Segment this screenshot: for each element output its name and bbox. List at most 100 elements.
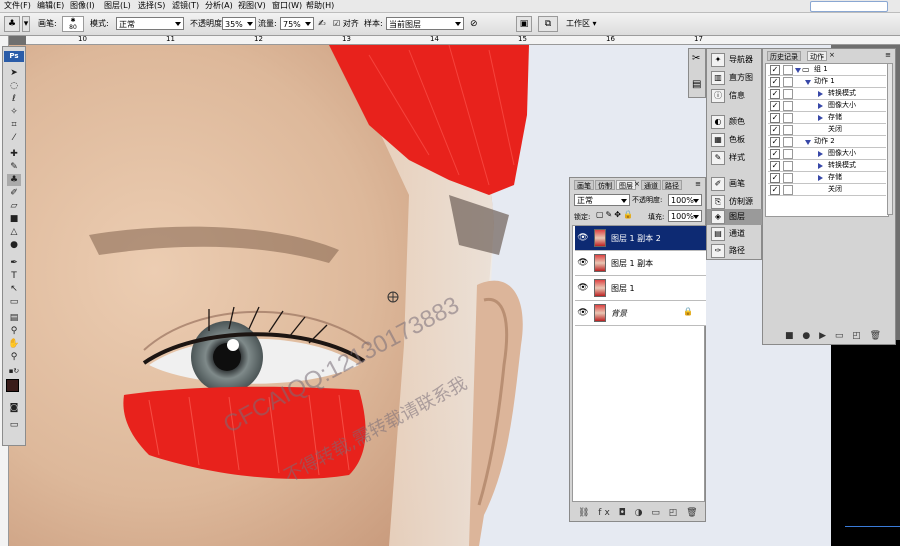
- layer-row[interactable]: 👁 图层 1 副本: [575, 251, 706, 276]
- menu-select[interactable]: 选择(S): [138, 0, 165, 12]
- move-tool-icon[interactable]: ➤: [7, 67, 21, 79]
- flow-input[interactable]: 75%: [280, 17, 314, 30]
- action-row[interactable]: ✓ 动作 2: [768, 136, 886, 148]
- dialog-toggle[interactable]: [783, 65, 793, 75]
- palette-well-icon[interactable]: ▣: [516, 16, 532, 32]
- search-field[interactable]: [810, 1, 888, 12]
- dialog-toggle[interactable]: [783, 125, 793, 135]
- action-row[interactable]: ✓ 转换模式: [768, 88, 886, 100]
- fill-input[interactable]: 100%: [668, 210, 702, 222]
- aligned-checkbox[interactable]: ☑ 对齐: [333, 13, 359, 35]
- hand-tool-icon[interactable]: ✋: [7, 338, 21, 350]
- dialog-toggle[interactable]: [783, 173, 793, 183]
- brush-tool-icon[interactable]: ✎: [7, 161, 21, 173]
- action-row[interactable]: ✓ 关闭: [768, 184, 886, 196]
- tab-brushes[interactable]: 画笔: [574, 180, 594, 190]
- tab-channels[interactable]: 通道: [641, 180, 661, 190]
- clone-stamp-tool-icon[interactable]: ♣: [7, 174, 21, 186]
- tab-layers[interactable]: 图层: [616, 180, 636, 190]
- tool-preset-icon[interactable]: ♣: [4, 16, 20, 32]
- screen-mode-icon[interactable]: ⧉: [538, 16, 558, 32]
- toggle-checkbox[interactable]: ✓: [770, 173, 780, 183]
- dialog-toggle[interactable]: [783, 149, 793, 159]
- toggle-checkbox[interactable]: ✓: [770, 185, 780, 195]
- menu-filter[interactable]: 滤镜(T): [172, 0, 199, 12]
- layer-row[interactable]: 👁 背景 🔒: [575, 301, 706, 326]
- marquee-tool-icon[interactable]: ◌: [7, 80, 21, 92]
- action-row[interactable]: ✓ ▭ 组 1: [768, 64, 886, 76]
- toggle-checkbox[interactable]: ✓: [770, 101, 780, 111]
- lock-icons[interactable]: ▢✎✥🔒: [596, 210, 635, 219]
- menu-image[interactable]: 图像(I): [70, 0, 95, 12]
- toggle-checkbox[interactable]: ✓: [770, 89, 780, 99]
- workspace-menu[interactable]: 工作区 ▾: [566, 13, 597, 35]
- airbrush-icon[interactable]: ✍: [318, 13, 326, 35]
- dialog-toggle[interactable]: [783, 161, 793, 171]
- menu-window[interactable]: 窗口(W): [272, 0, 302, 12]
- dialog-toggle[interactable]: [783, 113, 793, 123]
- tab-actions[interactable]: 动作: [807, 51, 827, 61]
- gradient-tool-icon[interactable]: ■: [7, 213, 21, 225]
- lasso-tool-icon[interactable]: ℓ: [7, 93, 21, 105]
- eye-icon[interactable]: 👁: [577, 282, 589, 294]
- action-row[interactable]: ✓ 图像大小: [768, 148, 886, 160]
- action-row[interactable]: ✓ 动作 1: [768, 76, 886, 88]
- actions-scrollbar[interactable]: [887, 63, 893, 215]
- action-row[interactable]: ✓ 图像大小: [768, 100, 886, 112]
- opacity-input[interactable]: 35%: [222, 17, 256, 30]
- eyedropper-tool-icon[interactable]: ⚲: [7, 325, 21, 337]
- history-brush-tool-icon[interactable]: ✐: [7, 187, 21, 199]
- quick-mask-icon[interactable]: ◙: [7, 402, 21, 414]
- panel-styles[interactable]: ✎ 样式: [711, 147, 745, 169]
- menu-file[interactable]: 文件(F): [4, 0, 31, 12]
- dialog-toggle[interactable]: [783, 185, 793, 195]
- expand-icon[interactable]: [805, 140, 811, 145]
- dialog-toggle[interactable]: [783, 89, 793, 99]
- menu-help[interactable]: 帮助(H): [306, 0, 334, 12]
- expand-icon[interactable]: [818, 151, 823, 157]
- action-row[interactable]: ✓ 关闭: [768, 124, 886, 136]
- panel-menu-icon[interactable]: ≡: [695, 180, 701, 188]
- panel-layers[interactable]: ◈ 图层: [707, 209, 765, 225]
- tab-paths[interactable]: 路径: [662, 180, 682, 190]
- screen-mode-tool-icon[interactable]: ▭: [7, 419, 21, 431]
- menu-edit[interactable]: 编辑(E): [37, 0, 64, 12]
- layer-opacity-input[interactable]: 100%: [668, 194, 702, 206]
- dialog-toggle[interactable]: [783, 137, 793, 147]
- healing-tool-icon[interactable]: ✚: [7, 148, 21, 160]
- action-row[interactable]: ✓ 存储: [768, 112, 886, 124]
- dialog-toggle[interactable]: [783, 101, 793, 111]
- layers-footer-icons[interactable]: ⛓ fx ◘ ◑ ▭ ◰ 🗑: [578, 508, 701, 518]
- toggle-checkbox[interactable]: ✓: [770, 65, 780, 75]
- pen-tool-icon[interactable]: ✒: [7, 257, 21, 269]
- layer-row[interactable]: 👁 图层 1 副本 2: [575, 226, 706, 251]
- panel-info[interactable]: ⓘ 信息: [711, 85, 745, 107]
- expand-icon[interactable]: [818, 175, 823, 181]
- path-select-tool-icon[interactable]: ↖: [7, 283, 21, 295]
- dodge-tool-icon[interactable]: ●: [7, 239, 21, 251]
- eraser-tool-icon[interactable]: ▱: [7, 200, 21, 212]
- foreground-color-swatch[interactable]: [6, 379, 19, 392]
- toggle-checkbox[interactable]: ✓: [770, 113, 780, 123]
- toggle-checkbox[interactable]: ✓: [770, 137, 780, 147]
- brush-picker[interactable]: ✱ 80: [62, 16, 84, 32]
- slice-tool-icon[interactable]: ⁄: [7, 132, 21, 144]
- eye-icon[interactable]: 👁: [577, 307, 589, 319]
- layer-comps-icon[interactable]: ▤: [692, 79, 701, 90]
- tab-history[interactable]: 历史记录: [767, 51, 801, 61]
- sample-select[interactable]: 当前图层: [386, 17, 464, 30]
- expand-icon[interactable]: [795, 68, 801, 73]
- tab-clone[interactable]: 仿制: [595, 180, 615, 190]
- action-row[interactable]: ✓ 转换模式: [768, 160, 886, 172]
- shape-tool-icon[interactable]: ▭: [7, 296, 21, 308]
- ignore-adjustment-icon[interactable]: ⊘: [470, 13, 478, 35]
- expand-icon[interactable]: [818, 91, 823, 97]
- close-tab-icon[interactable]: ×: [634, 180, 640, 188]
- expand-icon[interactable]: [818, 103, 823, 109]
- menu-view[interactable]: 视图(V): [238, 0, 266, 12]
- eye-icon[interactable]: 👁: [577, 232, 589, 244]
- menu-layer[interactable]: 图层(L): [104, 0, 131, 12]
- close-tab-icon[interactable]: ×: [829, 51, 835, 59]
- expand-icon[interactable]: [818, 115, 823, 121]
- blend-mode-select[interactable]: 正常: [574, 194, 630, 206]
